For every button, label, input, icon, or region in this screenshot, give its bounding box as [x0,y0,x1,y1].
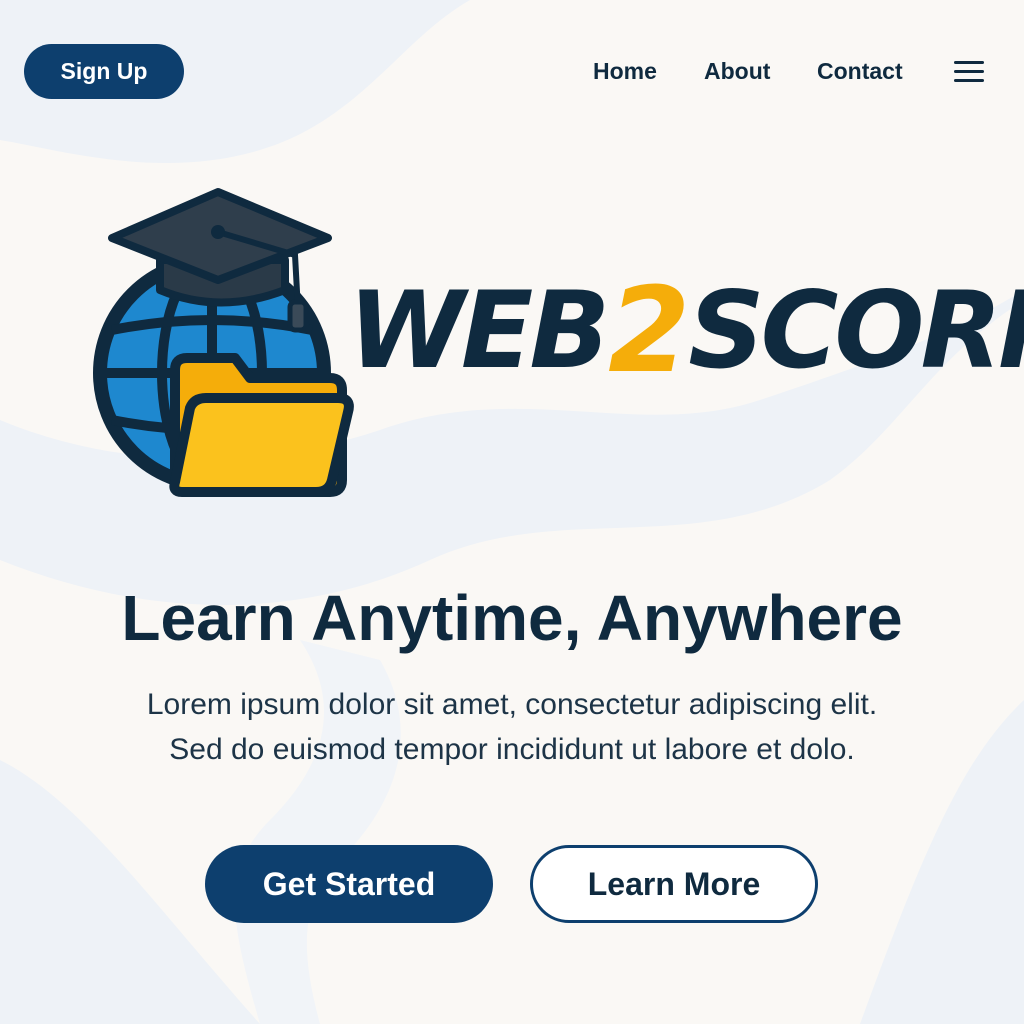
hero-headline: Learn Anytime, Anywhere [121,582,903,654]
signup-button[interactable]: Sign Up [24,44,184,99]
top-navigation: Sign Up Home About Contact [0,0,1024,140]
background-waves [0,0,1024,1024]
wordmark-two: 2 [608,261,690,399]
nav-about-link[interactable]: About [704,56,770,86]
wordmark-scorm: SCORM [688,268,1024,392]
learn-more-button[interactable]: Learn More [530,845,818,923]
hamburger-menu-icon[interactable] [952,59,986,85]
folder-icon [169,353,354,497]
brand-logo: WEB2SCORM [90,180,1024,510]
get-started-button[interactable]: Get Started [205,845,493,923]
hero-description-line-2: Sed do euismod tempor incididunt ut labo… [169,733,855,766]
logo-emblem [93,188,354,497]
nav-home-link[interactable]: Home [593,56,657,86]
hero-description: Lorem ipsum dolor sit amet, consectetur … [60,682,964,772]
brand-wordmark: WEB2SCORM [348,261,1024,399]
wordmark-web: WEB [348,268,610,392]
hero-description-line-1: Lorem ipsum dolor sit amet, consectetur … [146,688,878,721]
nav-contact-link[interactable]: Contact [817,56,903,86]
landing-page: Sign Up Home About Contact WEB 2 SCOR Le… [0,0,1024,1024]
